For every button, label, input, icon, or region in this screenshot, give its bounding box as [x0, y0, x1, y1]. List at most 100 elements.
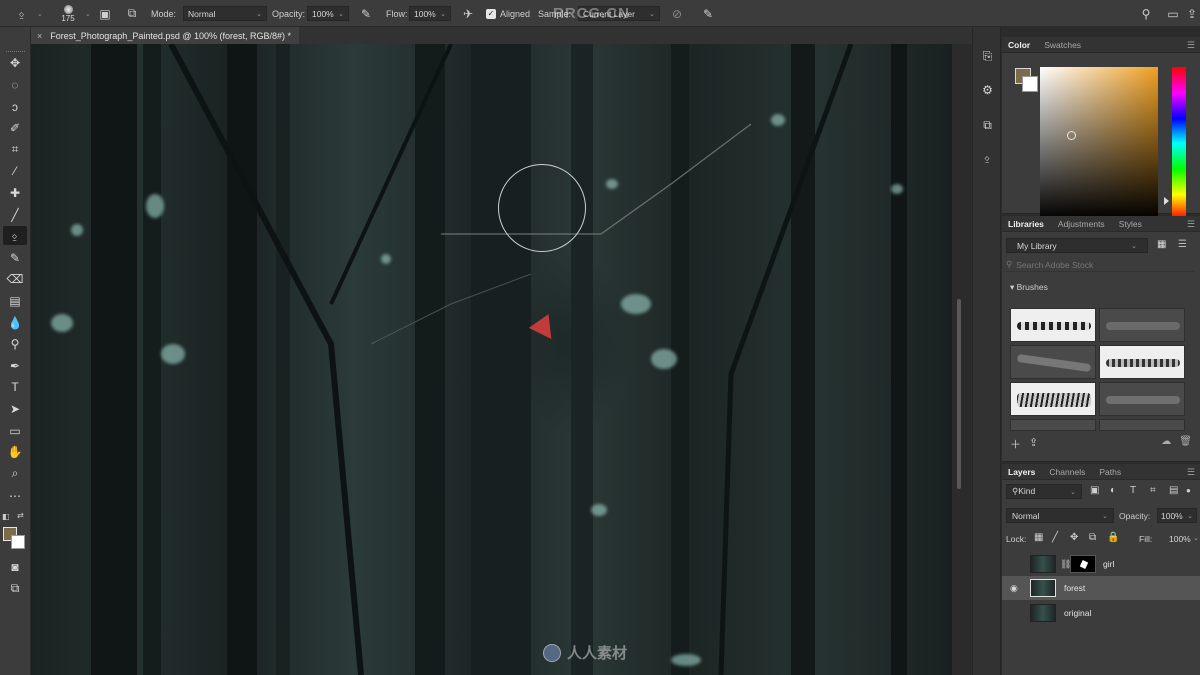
workspace-icon[interactable]: ▭	[1164, 0, 1182, 27]
history-brush-tool-icon[interactable]: ✎	[3, 248, 27, 267]
history-panel-icon[interactable]: ⎘	[978, 47, 997, 66]
color-picker-field[interactable]	[1040, 67, 1158, 219]
clone-source-icon[interactable]: ⧉	[124, 0, 140, 27]
edit-toolbar-icon[interactable]: ⋯	[3, 486, 27, 505]
list-view-icon[interactable]: ☰	[1178, 239, 1187, 250]
filter-smart-object-icon[interactable]: ▤	[1169, 485, 1178, 496]
lock-all-icon[interactable]: 🔒	[1107, 532, 1119, 543]
tab-color[interactable]: Color	[1008, 40, 1030, 50]
fill-chevron-icon[interactable]: ⌄	[1193, 534, 1199, 542]
background-color-swatch[interactable]	[11, 535, 25, 549]
scrollbar-thumb[interactable]	[957, 299, 961, 489]
brush-swatch[interactable]	[1099, 382, 1185, 416]
path-selection-tool-icon[interactable]: ➤	[3, 399, 27, 418]
share-icon[interactable]: ⇪	[1185, 0, 1199, 27]
document-canvas[interactable]: 人人素材	[31, 44, 952, 675]
tool-presets-panel-icon[interactable]: ⍚	[978, 148, 997, 167]
pressure-size-icon[interactable]: ✎	[699, 0, 717, 27]
aligned-checkbox[interactable]: ✓ Aligned	[486, 0, 530, 27]
layer-filter-select[interactable]: ⚲Kind ⌄	[1006, 484, 1082, 499]
marquee-tool-icon[interactable]: ◌	[3, 75, 27, 94]
flow-input[interactable]: 100% ⌄	[409, 6, 451, 21]
hue-slider-handle[interactable]	[1164, 197, 1169, 205]
panel-menu-icon[interactable]: ☰	[1187, 40, 1195, 51]
layer-mask-thumbnail[interactable]	[1070, 555, 1096, 573]
quick-mask-icon[interactable]: ◙	[3, 557, 27, 576]
brush-swatch[interactable]	[1010, 419, 1096, 431]
lock-artboard-icon[interactable]: ⧉	[1089, 532, 1096, 543]
add-content-icon[interactable]: ＋	[1010, 436, 1021, 452]
airbrush-icon[interactable]: ✈	[458, 0, 478, 27]
brush-swatch[interactable]	[1099, 308, 1185, 342]
brushes-section-header[interactable]: ▾ Brushes	[1010, 282, 1048, 293]
tab-channels[interactable]: Channels	[1049, 467, 1085, 477]
upload-icon[interactable]: ⇪	[1029, 436, 1038, 452]
hand-tool-icon[interactable]: ✋	[3, 442, 27, 461]
lock-image-icon[interactable]: ╱	[1052, 532, 1058, 543]
clone-stamp-tool-icon[interactable]: ⍚	[12, 0, 32, 27]
brush-swatch[interactable]	[1099, 419, 1185, 431]
tab-adjustments[interactable]: Adjustments	[1058, 219, 1105, 229]
eraser-tool-icon[interactable]: ⌫	[3, 269, 27, 288]
search-icon[interactable]: ⚲	[1137, 0, 1155, 27]
rectangle-tool-icon[interactable]: ▭	[3, 421, 27, 440]
close-tab-icon[interactable]: ×	[37, 31, 42, 41]
layer-row-forest[interactable]: ◉ forest	[1002, 576, 1200, 600]
fill-value[interactable]: 100%	[1169, 534, 1191, 544]
type-tool-icon[interactable]: T	[3, 377, 27, 396]
tool-preset-chevron-icon[interactable]: ⌄	[37, 0, 43, 27]
filter-shape-icon[interactable]: ⌗	[1150, 485, 1156, 496]
library-select[interactable]: My Library ⌄	[1006, 238, 1148, 253]
layer-opacity-input[interactable]: 100% ⌄	[1157, 508, 1197, 523]
mode-select[interactable]: Normal ⌄	[183, 6, 267, 21]
brush-swatch[interactable]	[1099, 345, 1185, 379]
blur-tool-icon[interactable]: 💧	[3, 313, 27, 332]
layer-row-original[interactable]: original	[1002, 601, 1200, 625]
filter-toggle-icon[interactable]: ●	[1186, 486, 1191, 495]
lock-position-icon[interactable]: ✥	[1070, 532, 1078, 543]
brush-swatch[interactable]	[1010, 382, 1096, 416]
stock-search-input[interactable]: ⚲ Search Adobe Stock	[1006, 258, 1194, 272]
brush-preset-picker[interactable]: 175	[56, 0, 80, 27]
filter-type-icon[interactable]: T	[1130, 485, 1136, 496]
cloud-sync-icon[interactable]: ☁	[1161, 436, 1171, 447]
tab-layers[interactable]: Layers	[1008, 467, 1035, 477]
color-picker-cursor[interactable]	[1067, 131, 1076, 140]
visibility-eye-icon[interactable]: ◉	[1010, 583, 1018, 594]
grid-view-icon[interactable]: ▦	[1157, 239, 1166, 250]
delete-icon[interactable]: 🗑	[1179, 436, 1192, 447]
background-color-swatch[interactable]	[1022, 76, 1038, 92]
brush-tool-icon[interactable]: ╱	[3, 205, 27, 224]
clone-source-panel-icon[interactable]: ⧉	[978, 116, 997, 135]
crop-tool-icon[interactable]: ⌗	[3, 140, 27, 159]
pressure-opacity-icon[interactable]: ✎	[356, 0, 376, 27]
gradient-tool-icon[interactable]: ▤	[3, 291, 27, 310]
hue-slider[interactable]	[1172, 67, 1186, 219]
pen-tool-icon[interactable]: ✒	[3, 356, 27, 375]
lock-transparent-icon[interactable]: ▦	[1034, 532, 1043, 543]
lasso-tool-icon[interactable]: ↄ	[3, 97, 27, 116]
screen-mode-icon[interactable]: ⧉	[3, 579, 27, 598]
swap-colors-icon[interactable]: ⇄	[17, 511, 24, 520]
filter-adjustment-icon[interactable]: ◐	[1110, 485, 1116, 496]
zoom-tool-icon[interactable]: ⌕	[3, 464, 27, 483]
opacity-input[interactable]: 100% ⌄	[307, 6, 349, 21]
dodge-tool-icon[interactable]: ⚲	[3, 334, 27, 353]
canvas-scrollbar[interactable]	[952, 44, 972, 675]
document-tab[interactable]: × Forest_Photograph_Painted.psd @ 100% (…	[31, 27, 300, 44]
healing-brush-tool-icon[interactable]: ✚	[3, 183, 27, 202]
brush-preset-chevron-icon[interactable]: ⌄	[85, 0, 91, 27]
panel-menu-icon[interactable]: ☰	[1187, 467, 1195, 478]
brush-swatch[interactable]	[1010, 308, 1096, 342]
layer-row-girl[interactable]: ⛓ girl	[1002, 552, 1200, 576]
ignore-adjustment-layers-icon[interactable]: ⊘	[668, 0, 686, 27]
properties-panel-icon[interactable]: ⚙	[978, 80, 997, 99]
clone-stamp-tool-icon[interactable]: ⍚	[3, 226, 27, 245]
brush-settings-icon[interactable]: ▣	[97, 0, 113, 27]
default-colors-icon[interactable]: ◧	[2, 512, 10, 521]
filter-pixel-icon[interactable]: ▣	[1090, 485, 1099, 496]
tab-swatches[interactable]: Swatches	[1044, 40, 1081, 50]
blend-mode-select[interactable]: Normal ⌄	[1006, 508, 1114, 523]
tab-paths[interactable]: Paths	[1099, 467, 1121, 477]
panel-menu-icon[interactable]: ☰	[1187, 219, 1195, 230]
